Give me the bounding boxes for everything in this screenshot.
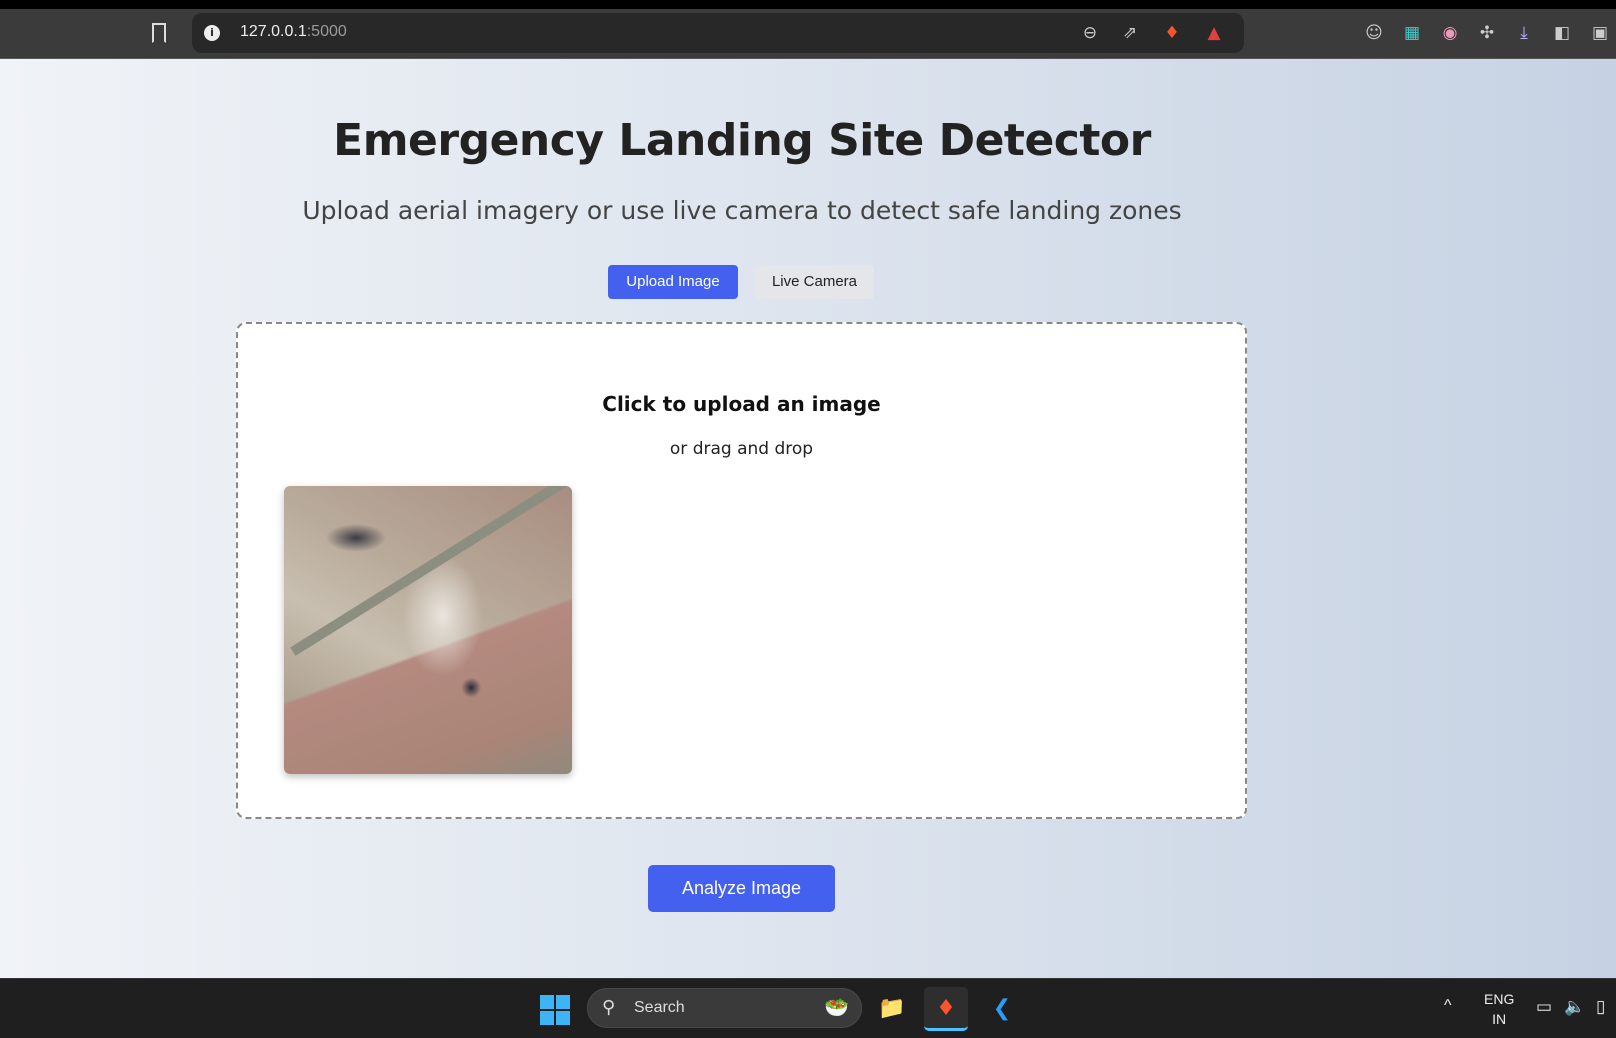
battery-icon[interactable]: ▯ [1596, 997, 1605, 1017]
taskbar: ⚲ Search 🥗 📁 ♦ ❮ ^ ENG IN ▭ 🔈 ▯ [0, 978, 1616, 1038]
extensions-puzzle-icon[interactable]: ✣ [1477, 23, 1497, 43]
search-highlight-icon: 🥗 [824, 995, 849, 1019]
vscode-icon[interactable]: ❮ [980, 987, 1024, 1031]
brave-rewards-icon[interactable]: ▲ [1204, 23, 1224, 43]
share-icon[interactable]: ⇗ [1120, 23, 1140, 43]
dropzone-title: Click to upload an image [602, 392, 881, 416]
window-top-strip [0, 0, 1616, 9]
search-icon: ⚲ [602, 997, 616, 1018]
sidebar-icon[interactable]: ◧ [1552, 23, 1572, 43]
extension-avatar-icon[interactable]: ☺ [1364, 23, 1384, 43]
sheets-extension-icon[interactable]: ▦ [1402, 23, 1422, 43]
upload-dropzone[interactable]: Click to upload an image or drag and dro… [236, 322, 1247, 819]
language-indicator[interactable]: ENG IN [1484, 989, 1514, 1029]
browser-toolbar: i 127.0.0.1:5000 ⊖ ⇗ ♦ ▲ ☺ ▦ ◉ ✣ ⤓ ◧ ▣ [0, 9, 1616, 59]
bookmark-icon[interactable] [152, 23, 166, 43]
analyze-image-button[interactable]: Analyze Image [648, 865, 835, 912]
search-label: Search [634, 999, 685, 1016]
wallet-icon[interactable]: ▣ [1590, 23, 1610, 43]
upload-image-tab[interactable]: Upload Image [608, 265, 738, 299]
brave-browser-icon[interactable]: ♦ [924, 987, 968, 1031]
volume-icon[interactable]: 🔈 [1564, 997, 1585, 1017]
network-icon[interactable]: ▭ [1536, 997, 1552, 1017]
page-subtitle: Upload aerial imagery or use live camera… [302, 196, 1182, 225]
page-title: Emergency Landing Site Detector [333, 115, 1151, 166]
downloads-icon[interactable]: ⤓ [1514, 23, 1534, 43]
show-hidden-icons-chevron-icon[interactable]: ^ [1444, 997, 1452, 1015]
windows-start-icon[interactable] [540, 995, 570, 1025]
uploaded-image-preview [284, 486, 572, 774]
file-explorer-icon[interactable]: 📁 [870, 987, 914, 1031]
brave-shields-icon[interactable]: ♦ [1162, 23, 1182, 43]
url-host: 127.0.0.1 [240, 23, 307, 40]
page-content: Emergency Landing Site Detector Upload a… [0, 59, 1616, 978]
zoom-out-icon[interactable]: ⊖ [1080, 23, 1100, 43]
address-bar[interactable]: i 127.0.0.1:5000 ⊖ ⇗ ♦ ▲ [192, 13, 1244, 53]
url-port: :5000 [306, 23, 347, 40]
url-text[interactable]: 127.0.0.1:5000 [240, 23, 347, 41]
site-info-icon[interactable]: i [204, 25, 220, 41]
chrome-extension-icon[interactable]: ◉ [1440, 23, 1460, 43]
language-code: ENG [1484, 991, 1515, 1007]
live-camera-tab[interactable]: Live Camera [755, 265, 874, 299]
region-code: IN [1492, 1011, 1507, 1027]
dropzone-hint: or drag and drop [669, 439, 814, 459]
taskbar-search[interactable]: ⚲ Search 🥗 [587, 988, 862, 1028]
